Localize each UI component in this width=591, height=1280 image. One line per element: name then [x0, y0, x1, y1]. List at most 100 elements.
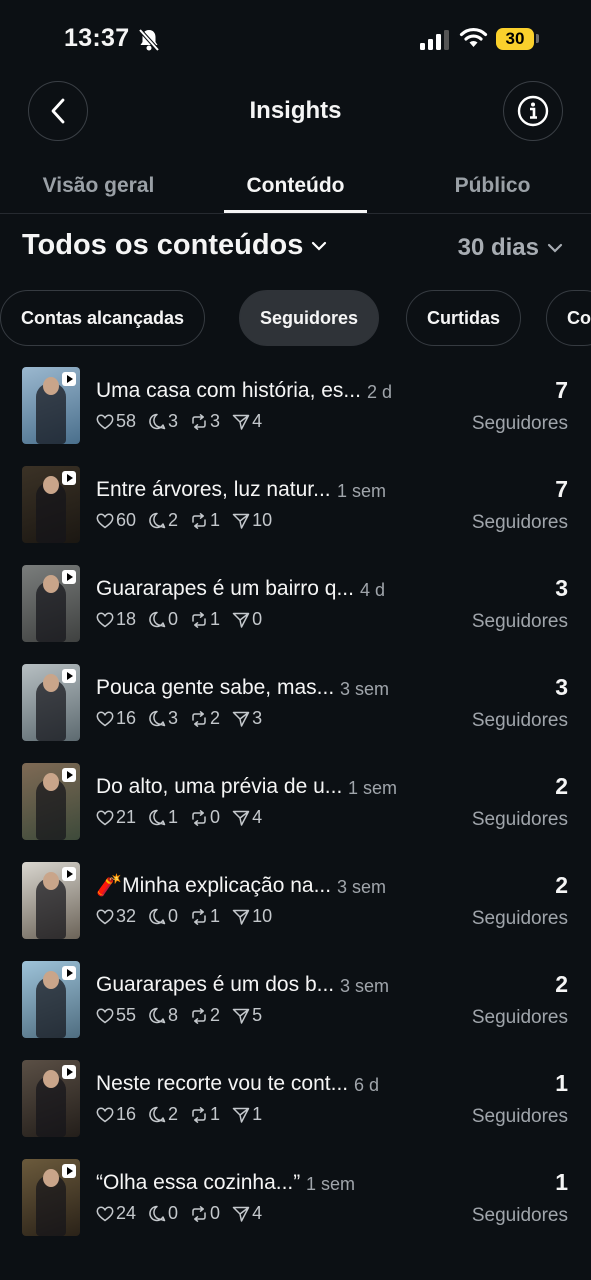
post-thumbnail: [22, 862, 80, 939]
content-type-dropdown[interactable]: Todos os conteúdos: [22, 229, 327, 262]
followers-count: 3: [555, 674, 568, 700]
status-bar: 13:37 30: [0, 0, 591, 80]
share-icon: [232, 513, 250, 529]
post-row[interactable]: “Olha essa cozinha...” 1 sem 24 0 0 4 1 …: [0, 1153, 591, 1252]
likes-metric: 16: [96, 1104, 136, 1125]
followers-label: Seguidores: [471, 413, 568, 434]
comments-metric: 2: [148, 510, 178, 531]
post-row[interactable]: Pouca gente sabe, mas... 3 sem 16 3 2 3 …: [0, 658, 591, 757]
post-age: 1 sem: [337, 481, 387, 501]
post-age: 1 sem: [306, 1174, 356, 1194]
active-tab-indicator: [224, 210, 367, 213]
reel-icon: [62, 1065, 76, 1079]
followers-count: 3: [555, 575, 568, 601]
share-icon: [232, 612, 250, 628]
post-caption: Guararapes é um dos b...: [96, 973, 335, 996]
post-row[interactable]: 🧨Minha explicação na... 3 sem 32 0 1 10 …: [0, 856, 591, 955]
reposts-metric: 2: [190, 1005, 220, 1026]
heart-icon: [96, 414, 114, 429]
shares-metric: 10: [232, 510, 272, 531]
battery-indicator: 30: [496, 28, 534, 50]
followers-label: Seguidores: [471, 710, 568, 731]
tab-bar: Visão geral Conteúdo Público: [0, 160, 591, 214]
post-row[interactable]: Entre árvores, luz natur... 1 sem 60 2 1: [0, 460, 591, 559]
share-icon: [232, 711, 250, 727]
post-row[interactable]: Guararapes é um dos b... 3 sem 55 8 2 5 …: [0, 955, 591, 1054]
comment-icon: [149, 611, 166, 628]
comments-metric: 0: [148, 1203, 178, 1224]
post-caption: Guararapes é um bairro q...: [96, 577, 354, 600]
post-thumbnail: [22, 763, 80, 840]
share-icon: [232, 1008, 250, 1024]
followers-label: Seguidores: [471, 908, 568, 929]
share-icon: [232, 1206, 250, 1222]
repost-icon: [192, 1007, 206, 1024]
shares-metric: 0: [232, 609, 262, 630]
likes-metric: 32: [96, 906, 136, 927]
comment-icon: [149, 512, 166, 529]
post-thumbnail: [22, 961, 80, 1038]
followers-count: 1: [555, 1070, 568, 1096]
reposts-metric: 2: [190, 708, 220, 729]
followers-label: Seguidores: [471, 611, 568, 632]
post-caption: Entre árvores, luz natur...: [96, 478, 331, 501]
post-caption: Pouca gente sabe, mas...: [96, 676, 335, 699]
comments-metric: 2: [148, 1104, 178, 1125]
comment-icon: [149, 1106, 166, 1123]
post-age: 3 sem: [340, 679, 390, 699]
post-row[interactable]: Do alto, uma prévia de u... 1 sem 21 1 0: [0, 757, 591, 856]
heart-icon: [96, 711, 114, 726]
post-metrics: 16 2 1 1: [96, 1104, 274, 1125]
tab-audience[interactable]: Público: [394, 174, 591, 198]
likes-metric: 18: [96, 609, 136, 630]
chip-likes[interactable]: Curtidas: [406, 290, 522, 346]
likes-metric: 21: [96, 807, 136, 828]
tab-content[interactable]: Conteúdo: [197, 174, 394, 198]
post-metrics: 21 1 0 4: [96, 807, 274, 828]
followers-label: Seguidores: [471, 1106, 568, 1127]
post-thumbnail: [22, 1159, 80, 1236]
tab-overview[interactable]: Visão geral: [0, 174, 197, 198]
chip-accounts-reached[interactable]: Contas alcançadas: [0, 290, 206, 346]
chip-followers[interactable]: Seguidores: [239, 290, 380, 346]
post-age: 3 sem: [340, 976, 390, 996]
comments-metric: 8: [148, 1005, 178, 1026]
followers-count: 2: [555, 872, 568, 898]
reel-icon: [62, 867, 76, 881]
followers-label: Seguidores: [471, 512, 568, 533]
post-row[interactable]: Uma casa com história, es... 2 d 58 3 3: [0, 361, 591, 460]
reel-icon: [62, 372, 76, 386]
likes-metric: 24: [96, 1203, 136, 1224]
post-metrics: 18 0 1 0: [96, 609, 274, 630]
period-dropdown[interactable]: 30 dias: [458, 234, 563, 262]
reel-icon: [62, 768, 76, 782]
followers-count: 2: [555, 971, 568, 997]
wifi-icon: [459, 27, 488, 47]
share-icon: [232, 909, 250, 925]
post-row[interactable]: Guararapes é um bairro q... 4 d 18 0 1 0…: [0, 559, 591, 658]
reel-icon: [62, 669, 76, 683]
share-icon: [232, 414, 250, 430]
likes-metric: 55: [96, 1005, 136, 1026]
comment-icon: [149, 809, 166, 826]
likes-metric: 58: [96, 411, 136, 432]
heart-icon: [96, 513, 114, 528]
share-icon: [232, 1107, 250, 1123]
reposts-metric: 0: [190, 1203, 220, 1224]
info-button[interactable]: [503, 81, 563, 141]
post-row[interactable]: Neste recorte vou te cont... 6 d 16 2 1: [0, 1054, 591, 1153]
shares-metric: 3: [232, 708, 262, 729]
repost-icon: [192, 710, 206, 727]
post-caption: 🧨Minha explicação na...: [96, 874, 332, 897]
comments-metric: 3: [148, 708, 178, 729]
chip-comments[interactable]: Co: [546, 290, 591, 346]
info-icon: [517, 95, 549, 127]
heart-icon: [96, 1206, 114, 1221]
period-label: 30 dias: [457, 234, 539, 261]
post-caption: Neste recorte vou te cont...: [96, 1072, 349, 1095]
shares-metric: 4: [232, 807, 262, 828]
battery-tip: [536, 34, 539, 43]
repost-icon: [192, 908, 206, 925]
reel-icon: [62, 1164, 76, 1178]
comment-icon: [149, 908, 166, 925]
